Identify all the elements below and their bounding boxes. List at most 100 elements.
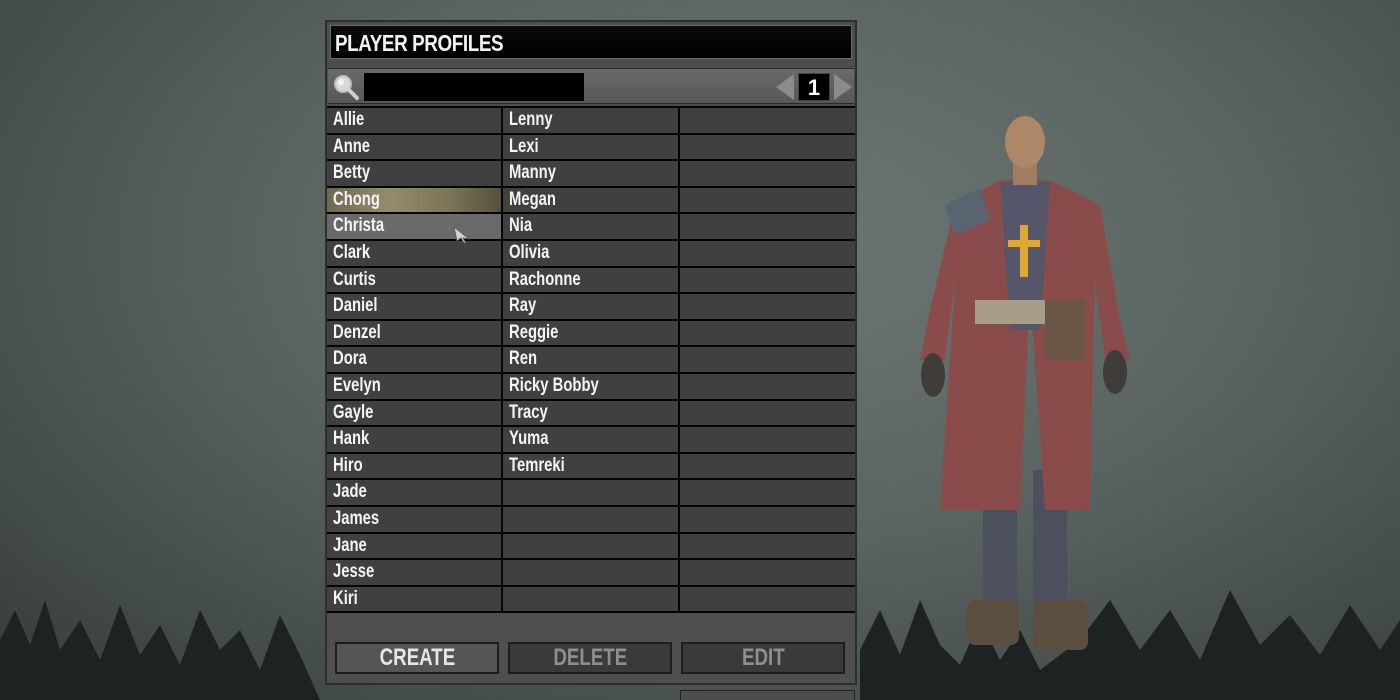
panel-title-text: PLAYER PROFILES <box>335 30 504 56</box>
character-boot-right <box>1033 600 1088 650</box>
empty-profile-slot <box>680 427 855 452</box>
secondary-panel-edge <box>680 690 855 700</box>
profile-list-item[interactable]: Denzel <box>327 320 501 346</box>
profile-name: Kiri <box>333 587 358 609</box>
character-hand-right <box>1103 350 1127 394</box>
edit-button[interactable]: EDIT <box>681 642 845 674</box>
profile-list-item[interactable]: Jesse <box>327 560 501 585</box>
delete-button[interactable]: DELETE <box>508 642 672 674</box>
profile-list-item[interactable]: Hank <box>327 427 501 452</box>
empty-profile-slot <box>680 214 855 239</box>
profile-list-item[interactable]: Ren <box>503 347 678 372</box>
empty-profile-slot <box>503 586 678 612</box>
empty-profile-slot <box>503 533 678 559</box>
profile-list-item[interactable]: Gayle <box>327 400 501 426</box>
empty-profile-slot <box>680 560 855 585</box>
character-hand-left <box>921 353 945 397</box>
page-navigator: 1 <box>776 71 852 103</box>
profile-name: Hiro <box>333 454 363 476</box>
profile-list-item[interactable]: Jade <box>327 480 501 505</box>
character-head <box>1005 116 1045 168</box>
empty-profile-slot <box>680 187 855 213</box>
profile-name: Tracy <box>509 401 548 423</box>
empty-profile-slot <box>680 586 855 612</box>
profile-list-item[interactable]: Curtis <box>327 267 501 293</box>
profile-list-item[interactable]: Temreki <box>503 453 678 479</box>
profile-list-item[interactable]: Lexi <box>503 134 678 160</box>
profile-name: Rachonne <box>509 268 581 290</box>
profile-list-item[interactable]: Olivia <box>503 240 678 266</box>
empty-profile-slot <box>680 533 855 559</box>
profile-name: Allie <box>333 109 365 130</box>
profile-list-item[interactable]: Jane <box>327 533 501 559</box>
empty-profile-slot <box>680 267 855 293</box>
profile-list-item[interactable]: Christa <box>327 214 501 239</box>
profile-name: Daniel <box>333 295 378 317</box>
delete-button-label: DELETE <box>553 644 627 671</box>
profile-name: Lexi <box>509 135 539 157</box>
empty-profile-slot <box>680 480 855 505</box>
profile-name: Temreki <box>509 454 565 476</box>
create-button[interactable]: CREATE <box>335 642 499 674</box>
profile-list-item[interactable]: Allie <box>327 108 501 133</box>
arrow-right-icon[interactable] <box>834 74 852 100</box>
mouse-cursor-icon <box>453 226 471 244</box>
profile-name: Manny <box>509 162 556 184</box>
profile-list-item[interactable]: Ray <box>503 294 678 319</box>
profile-name: Ricky Bobby <box>509 374 599 396</box>
profile-name: Gayle <box>333 401 374 423</box>
empty-profile-slot <box>503 480 678 505</box>
profile-list-item[interactable]: Tracy <box>503 400 678 426</box>
profile-name: Jade <box>333 481 367 503</box>
profile-name: Chong <box>333 188 380 210</box>
profile-list-item[interactable]: Chong <box>327 187 501 213</box>
profile-list-item[interactable]: Rachonne <box>503 267 678 293</box>
page-number: 1 <box>798 73 830 101</box>
profile-list-item[interactable]: Reggie <box>503 320 678 346</box>
empty-profile-slot <box>680 161 855 186</box>
empty-profile-slot <box>503 506 678 532</box>
profile-list-item[interactable]: Dora <box>327 347 501 372</box>
profile-list-item[interactable]: Hiro <box>327 453 501 479</box>
profile-list-item[interactable]: Lenny <box>503 108 678 133</box>
profile-list-item[interactable]: Megan <box>503 187 678 213</box>
empty-profile-slot <box>680 108 855 133</box>
search-input[interactable] <box>364 73 584 101</box>
profile-list-item[interactable]: James <box>327 506 501 532</box>
profile-list-item[interactable]: Nia <box>503 214 678 239</box>
profile-name: Betty <box>333 162 371 184</box>
edit-button-label: EDIT <box>741 644 785 671</box>
create-button-label: CREATE <box>379 644 455 671</box>
profile-name: Curtis <box>333 268 376 290</box>
profile-list-item[interactable]: Betty <box>327 161 501 186</box>
empty-profile-slot <box>503 560 678 585</box>
profile-name: Jesse <box>333 561 375 583</box>
profile-list-item[interactable]: Anne <box>327 134 501 160</box>
profile-name: James <box>333 507 380 529</box>
empty-profile-slot <box>680 347 855 372</box>
profile-name: Lenny <box>509 109 553 130</box>
panel-title: PLAYER PROFILES <box>330 25 852 59</box>
profile-list-item[interactable]: Manny <box>503 161 678 186</box>
profile-name: Yuma <box>509 428 549 450</box>
profile-list-item[interactable]: Clark <box>327 240 501 266</box>
empty-profile-slot <box>680 294 855 319</box>
arrow-left-icon[interactable] <box>776 74 794 100</box>
player-profiles-panel: PLAYER PROFILES 1 Allie Lenny Anne Lexi Bett… <box>325 20 857 685</box>
character-preview <box>920 116 1130 650</box>
profile-list-item[interactable]: Kiri <box>327 586 501 612</box>
empty-profile-slot <box>680 320 855 346</box>
profile-name: Christa <box>333 215 385 237</box>
profile-list-item[interactable]: Yuma <box>503 427 678 452</box>
profile-name: Hank <box>333 428 370 450</box>
profile-list-item[interactable]: Daniel <box>327 294 501 319</box>
empty-profile-slot <box>680 240 855 266</box>
profile-list-item[interactable]: Evelyn <box>327 373 501 399</box>
search-icon[interactable] <box>332 73 360 101</box>
profile-name: Nia <box>509 215 533 237</box>
profile-name: Denzel <box>333 321 381 343</box>
character-boot-left <box>967 600 1019 645</box>
profile-list-item[interactable]: Ricky Bobby <box>503 373 678 399</box>
empty-profile-slot <box>680 453 855 479</box>
profile-name: Clark <box>333 241 371 263</box>
